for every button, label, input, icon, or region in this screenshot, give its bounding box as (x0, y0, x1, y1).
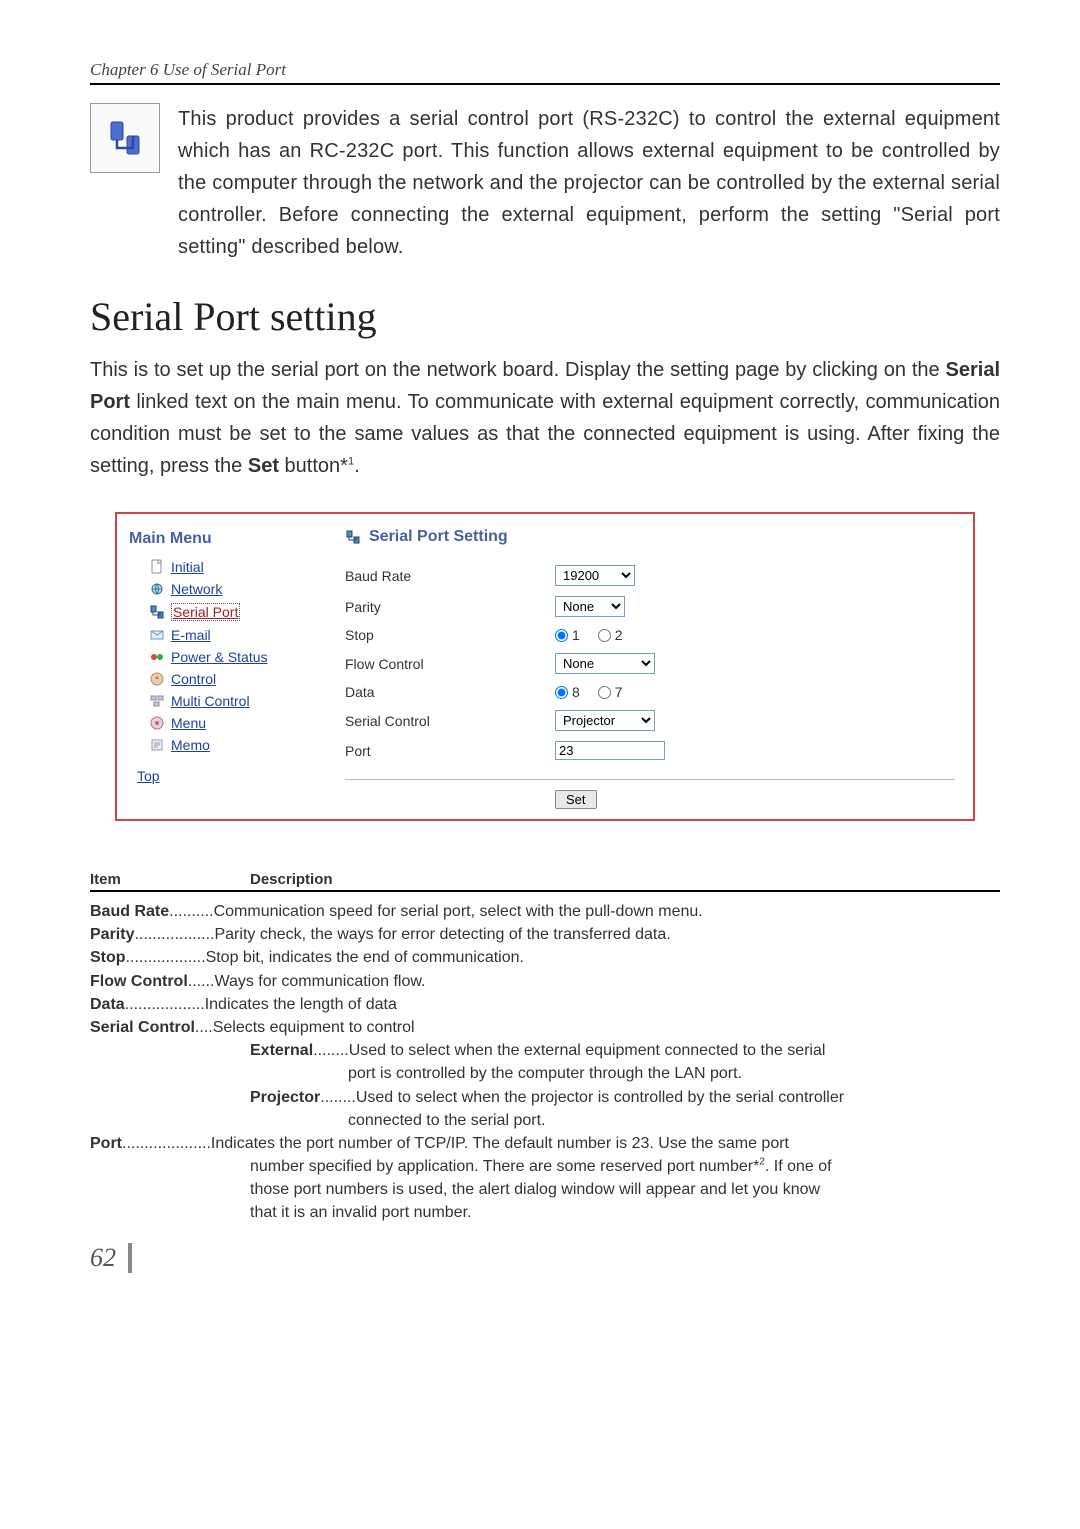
desc-row-stop: Stop ..................Stop bit, indicat… (90, 946, 1000, 969)
menu-icon (149, 715, 165, 731)
intro-section: This product provides a serial control p… (90, 103, 1000, 263)
desc-row-baud: Baud Rate..........Communication speed f… (90, 900, 1000, 923)
main-menu: Main Menu Initial Network Serial Port E-… (117, 514, 327, 819)
menu-item-memo[interactable]: Memo (127, 734, 321, 756)
description-table-header: Item Description (90, 871, 1000, 892)
desc-row-projector: Projector........Used to select when the… (90, 1086, 1000, 1109)
menu-item-menu[interactable]: Menu (127, 712, 321, 734)
intro-text: This product provides a serial control p… (178, 103, 1000, 263)
menu-link[interactable]: Top (137, 768, 160, 784)
port-label: Port (345, 743, 555, 759)
section-title: Serial Port setting (90, 293, 1000, 340)
menu-link[interactable]: Network (171, 581, 222, 597)
flow-control-select[interactable]: None (555, 653, 655, 674)
desc-row-port: Port....................Indicates the po… (90, 1132, 1000, 1155)
baud-rate-select[interactable]: 19200 (555, 565, 635, 586)
chapter-header: Chapter 6 Use of Serial Port (90, 60, 1000, 85)
set-button[interactable]: Set (555, 790, 597, 809)
serial-port-section-icon (90, 103, 160, 173)
desc-row-serial: Serial Control ....Selects equipment to … (90, 1016, 1000, 1039)
menu-item-network[interactable]: Network (127, 578, 321, 600)
page-number: 62 (90, 1243, 132, 1273)
desc-row-data: Data ..................Indicates the len… (90, 993, 1000, 1016)
serial-port-icon (345, 529, 361, 545)
menu-link[interactable]: Memo (171, 737, 210, 753)
desc-row-port-cont3: that it is an invalid port number. (90, 1201, 1000, 1224)
section-explain: This is to set up the serial port on the… (90, 354, 1000, 482)
divider (345, 779, 955, 780)
page-icon (149, 559, 165, 575)
menu-link[interactable]: E-mail (171, 627, 211, 643)
desc-row-external-cont: port is controlled by the computer throu… (90, 1062, 1000, 1085)
header-item: Item (90, 871, 250, 888)
memo-icon (149, 737, 165, 753)
menu-link[interactable]: Menu (171, 715, 206, 731)
baud-rate-label: Baud Rate (345, 568, 555, 584)
control-icon (149, 671, 165, 687)
menu-item-top[interactable]: Top (127, 756, 321, 784)
main-menu-title: Main Menu (127, 526, 321, 556)
stop-radio-1[interactable]: 1 (555, 627, 580, 643)
desc-row-projector-cont: connected to the serial port. (90, 1109, 1000, 1132)
menu-item-power[interactable]: Power & Status (127, 646, 321, 668)
description-list: Baud Rate..........Communication speed f… (90, 900, 1000, 1225)
desc-row-port-cont2: those port numbers is used, the alert di… (90, 1178, 1000, 1201)
menu-link[interactable]: Initial (171, 559, 204, 575)
settings-title: Serial Port Setting (369, 528, 508, 546)
menu-item-multi[interactable]: Multi Control (127, 690, 321, 712)
data-label: Data (345, 684, 555, 700)
parity-label: Parity (345, 599, 555, 615)
desc-row-parity: Parity..................Parity check, th… (90, 923, 1000, 946)
menu-item-initial[interactable]: Initial (127, 556, 321, 578)
serial-control-select[interactable]: Projector (555, 710, 655, 731)
flow-control-label: Flow Control (345, 656, 555, 672)
network-icon (149, 581, 165, 597)
desc-row-flow: Flow Control ......Ways for communicatio… (90, 970, 1000, 993)
data-radio-7[interactable]: 7 (598, 684, 623, 700)
serial-port-settings: Serial Port Setting Baud Rate 19200 Pari… (327, 514, 973, 819)
data-radio-8[interactable]: 8 (555, 684, 580, 700)
serial-control-label: Serial Control (345, 713, 555, 729)
serial-port-icon (149, 604, 165, 620)
menu-link[interactable]: Control (171, 671, 216, 687)
parity-select[interactable]: None (555, 596, 625, 617)
email-icon (149, 627, 165, 643)
port-input[interactable] (555, 741, 665, 760)
menu-link[interactable]: Serial Port (171, 603, 240, 621)
menu-item-email[interactable]: E-mail (127, 624, 321, 646)
desc-row-port-cont1: number specified by application. There a… (90, 1155, 1000, 1178)
menu-link[interactable]: Multi Control (171, 693, 250, 709)
power-icon (149, 649, 165, 665)
desc-row-external: External ........Used to select when the… (90, 1039, 1000, 1062)
menu-item-control[interactable]: Control (127, 668, 321, 690)
menu-item-serial-port[interactable]: Serial Port (127, 600, 321, 624)
stop-label: Stop (345, 627, 555, 643)
header-description: Description (250, 871, 333, 888)
settings-panel: Main Menu Initial Network Serial Port E-… (115, 512, 975, 821)
multi-control-icon (149, 693, 165, 709)
stop-radio-2[interactable]: 2 (598, 627, 623, 643)
menu-link[interactable]: Power & Status (171, 649, 268, 665)
